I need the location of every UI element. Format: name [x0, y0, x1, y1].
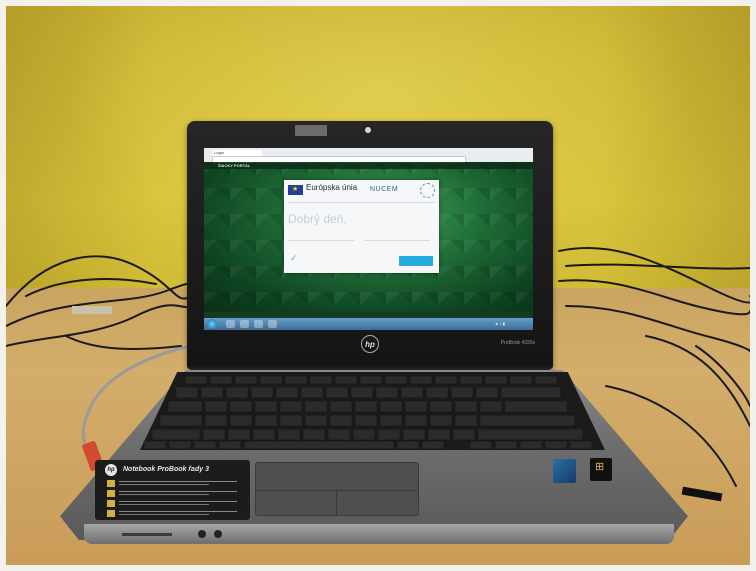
browser-toolbar: Login [204, 148, 533, 163]
sticker-row [107, 500, 242, 507]
card-slot [122, 533, 172, 536]
password-field[interactable] [364, 235, 430, 241]
sticker-row [107, 490, 242, 497]
start-button-icon[interactable] [207, 319, 217, 329]
sticker-title: Notebook ProBook řady 3 [123, 466, 209, 473]
touchpad[interactable] [255, 462, 419, 516]
seal-icon [420, 183, 435, 198]
windows-7-badge [590, 458, 612, 481]
sticker-row [107, 510, 242, 517]
headphone-port [198, 530, 206, 538]
laptop-front-edge [84, 524, 674, 544]
keyboard-keys [143, 375, 593, 450]
taskbar: ▲ ♪ ▮ [204, 318, 533, 330]
system-tray[interactable]: ▲ ♪ ▮ [495, 321, 505, 326]
media-taskbar-icon[interactable] [254, 320, 263, 328]
intel-core-i5-badge [553, 459, 576, 483]
lid-sticker [295, 125, 327, 136]
eu-title: Európska únia [306, 183, 358, 192]
laptop-lid: Login ŽIACKY PORTÁL Európska únia NUCEM … [187, 121, 553, 369]
model-label: ProBook 4330s [500, 340, 535, 346]
info-sticker: hp Notebook ProBook řady 3 [95, 460, 250, 520]
ie-taskbar-icon[interactable] [226, 320, 235, 328]
touchpad-button-divider [256, 490, 418, 491]
touchpad-button-split [336, 490, 337, 515]
card-divider [288, 202, 435, 203]
app-taskbar-icon[interactable] [268, 320, 277, 328]
username-field[interactable] [288, 235, 354, 241]
hp-sticker-logo: hp [105, 464, 117, 476]
login-button[interactable] [399, 256, 433, 266]
laptop-screen: Login ŽIACKY PORTÁL Európska únia NUCEM … [204, 148, 533, 330]
login-card: Európska únia NUCEM Dobrý deň, ✓ [284, 180, 439, 273]
microphone-port [214, 530, 222, 538]
greeting: Dobrý deň, [288, 212, 347, 226]
webcam-icon [365, 127, 371, 133]
hp-logo-icon: hp [361, 335, 379, 353]
eu-flag-icon [288, 185, 303, 195]
portal-header: ŽIACKY PORTÁL [204, 162, 533, 169]
sticker-row [107, 480, 242, 487]
portal-title: ŽIACKY PORTÁL [218, 163, 251, 168]
folder-taskbar-icon[interactable] [240, 320, 249, 328]
nucem-logo: NUCEM [370, 186, 399, 193]
checkmark-icon: ✓ [290, 253, 298, 263]
